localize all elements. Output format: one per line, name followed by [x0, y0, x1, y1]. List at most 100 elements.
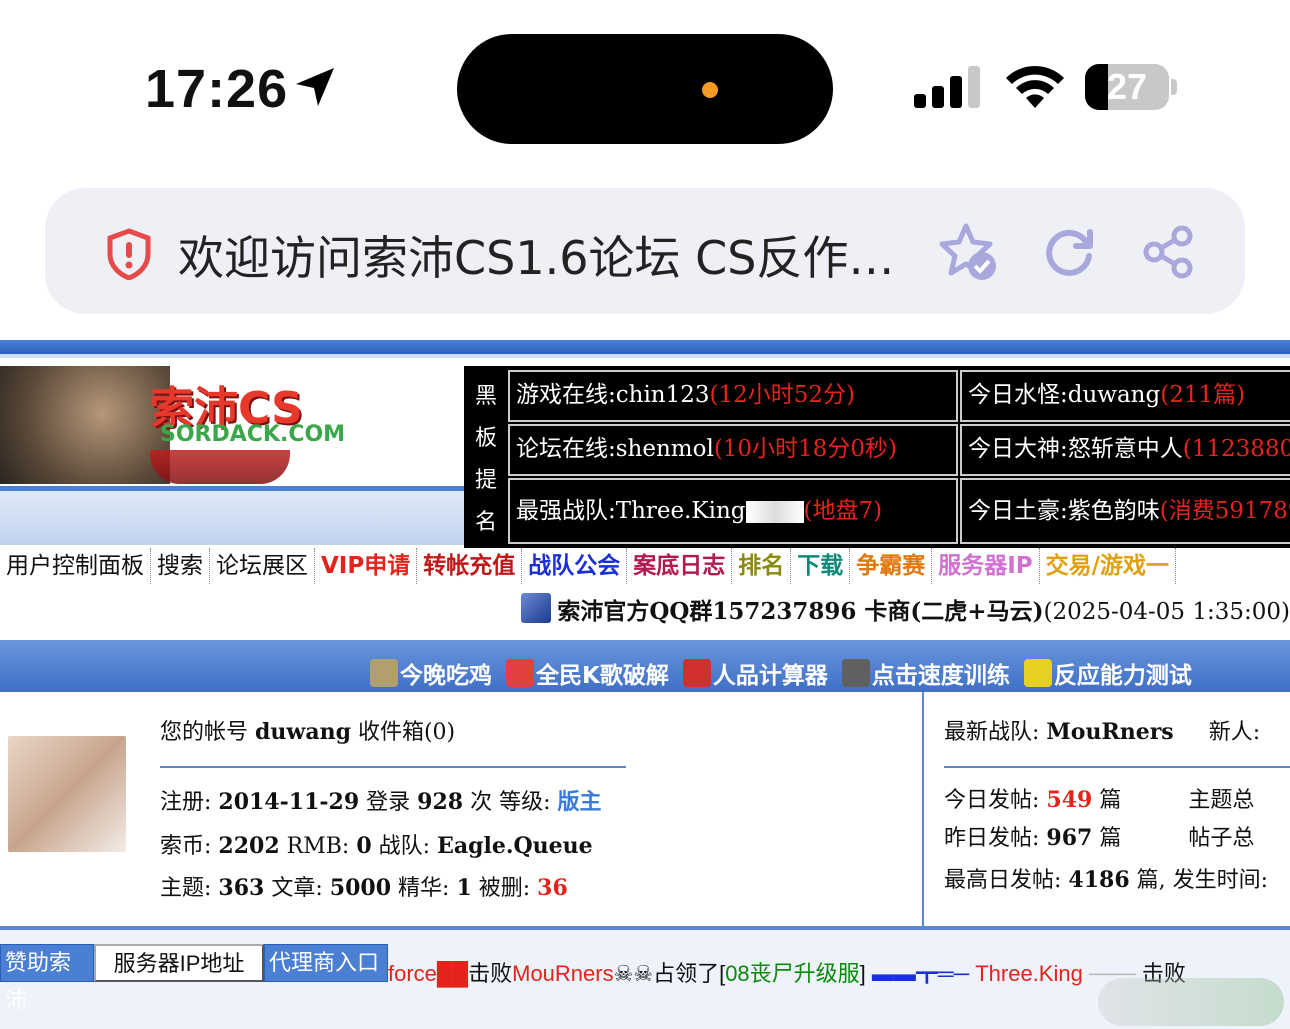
yesterday-posts-value: 967: [1046, 825, 1093, 851]
bb-cell-value: (211篇): [1160, 382, 1246, 408]
sponsor-button[interactable]: 赞助索沛: [0, 944, 94, 1014]
logo-shade-band: [0, 491, 464, 545]
fun-link-label: 人品计算器: [712, 663, 828, 689]
ticker-segment[interactable]: 08丧尸升级服: [725, 961, 859, 986]
bb-cell-label: 今日水怪:duwang: [968, 382, 1161, 408]
inbox-link[interactable]: 收件箱(0): [358, 720, 455, 745]
nav-item[interactable]: VIP申请: [315, 548, 418, 584]
team-banner-image: [745, 501, 804, 523]
online-game-cell[interactable]: 游戏在线:chin123(12小时52分): [508, 370, 958, 422]
forum-nav-bar: 用户控制面板 搜索 论坛展区 VIP申请 转帐充值 战队公会 案底日志 排名 下载 争霸赛 服务器I…: [0, 548, 1290, 588]
strongest-team-cell[interactable]: 最强战队:Three.King (地盘7): [508, 478, 958, 544]
account-name[interactable]: duwang: [255, 719, 351, 745]
elite-value: 1: [456, 875, 472, 901]
nav-item[interactable]: 搜索: [151, 548, 210, 584]
nav-item[interactable]: 争霸赛: [850, 548, 933, 584]
shield-alert-icon[interactable]: [106, 228, 152, 280]
account-line: 您的帐号 duwang 收件箱(0): [160, 714, 455, 746]
banana-icon: [1023, 659, 1052, 687]
page-title[interactable]: 欢迎访问索沛CS1.6论坛 CS反作…: [178, 222, 894, 288]
qq-group-text[interactable]: 索沛官方QQ群157237896 卡商(二虎+马云): [557, 598, 1043, 625]
yesterday-posts-unit: 篇: [1099, 826, 1122, 851]
topics-label: 主题:: [160, 876, 212, 901]
team-name[interactable]: Eagle.Queue: [437, 833, 593, 859]
login-label: 登录: [366, 790, 411, 815]
bb-cell-value: (1123880索: [1182, 436, 1290, 462]
bb-cell-value: (10小时18分0秒): [713, 436, 897, 462]
fun-link[interactable]: 全民K歌破解: [506, 656, 669, 690]
cellular-signal-icon: [914, 66, 980, 108]
favorite-star-icon[interactable]: [938, 222, 1000, 284]
bb-cell-value: (12小时52分): [709, 382, 855, 408]
blackboard-panel: 黑 板 提 名 游戏在线:chin123(12小时52分) 今日水怪:duwan…: [464, 366, 1290, 548]
team-label: 战队:: [378, 834, 431, 859]
articles-value: 5000: [329, 875, 392, 901]
nav-item[interactable]: 用户控制面板: [0, 548, 151, 584]
newest-team-line: 最新战队: MouRners 新人:: [944, 714, 1260, 746]
fun-link-label: 今晚吃鸡: [400, 663, 492, 689]
yesterday-posts-label: 昨日发帖:: [944, 826, 1040, 851]
fun-link-label: 反应能力测试: [1053, 663, 1192, 689]
fun-links: 今晚吃鸡 全民K歌破解 人品计算器 点击速度训练 反应能力测试: [370, 656, 1290, 696]
fun-link[interactable]: 人品计算器: [682, 656, 828, 690]
battery-level: 27: [1106, 66, 1148, 107]
calculator-icon: [682, 659, 711, 687]
reg-date: 2014-11-29: [218, 789, 360, 815]
server-ip-button[interactable]: 服务器IP地址: [94, 944, 264, 982]
top-spender-cell[interactable]: 今日土豪:紫色韵味(消费591789): [960, 478, 1290, 544]
fun-link[interactable]: 今晚吃鸡: [370, 656, 492, 690]
share-icon[interactable]: [1142, 224, 1196, 280]
deleted-value: 36: [537, 875, 568, 901]
level-label: 等级:: [499, 790, 551, 815]
fun-link[interactable]: 点击速度训练: [841, 656, 1010, 690]
nav-item[interactable]: 战队公会: [522, 548, 628, 584]
top-god-cell[interactable]: 今日大神:怒斩意中人(1123880索: [960, 424, 1290, 476]
reload-icon[interactable]: [1042, 226, 1096, 280]
header-top-band: [0, 340, 1290, 354]
bb-cell-label: 今日土豪:紫色韵味: [968, 498, 1160, 524]
agent-entry-button[interactable]: 代理商入口: [264, 944, 388, 982]
posts-line: 主题: 363 文章: 5000 精华: 1 被删: 36: [160, 870, 568, 902]
logo-subtitle: SORDACK.COM: [160, 422, 346, 447]
deleted-label: 被删:: [478, 876, 531, 901]
nav-item[interactable]: 案底日志: [627, 548, 733, 584]
ticker-segment[interactable]: 击败: [468, 961, 512, 986]
nav-item[interactable]: 下载: [791, 548, 851, 584]
coins-line: 索币: 2202 RMB: 0 战队: Eagle.Queue: [160, 828, 593, 860]
nav-item[interactable]: 排名: [732, 548, 792, 584]
fun-link[interactable]: 反应能力测试: [1023, 656, 1192, 690]
rmb-value: 0: [356, 833, 372, 859]
account-label: 您的帐号: [160, 720, 249, 745]
nav-item[interactable]: 论坛展区: [210, 548, 315, 584]
avatar[interactable]: [8, 736, 126, 852]
coins-label: 索币:: [160, 834, 212, 859]
user-level: 版主: [557, 789, 602, 815]
site-logo[interactable]: 索沛CS SORDACK.COM: [0, 366, 346, 484]
ticker-segment[interactable]: 占领了[: [653, 961, 725, 986]
ticker-segment[interactable]: force: [388, 961, 437, 986]
panel-divider: [922, 692, 924, 928]
stats-separator: [944, 766, 1290, 768]
chicken-icon: [370, 659, 398, 687]
ticker-segment[interactable]: MouRners: [512, 961, 613, 986]
newest-team-name[interactable]: MouRners: [1046, 719, 1173, 745]
today-posts-line: 今日发帖: 549 篇 主题总: [944, 782, 1254, 814]
ticker-segment[interactable]: Three.King: [975, 961, 1083, 986]
water-king-cell[interactable]: 今日水怪:duwang(211篇): [960, 370, 1290, 422]
ticker-segment[interactable]: ▬▬┳═─: [866, 961, 975, 986]
ticker-segment[interactable]: ██: [437, 961, 468, 986]
nav-item[interactable]: 交易/游戏一: [1040, 548, 1177, 584]
topics-value: 363: [218, 875, 265, 901]
nav-item[interactable]: 转帐充值: [417, 548, 523, 584]
fun-link-label: 全民K歌破解: [536, 663, 669, 689]
qq-group-icon: [521, 593, 552, 623]
posts-total-label: 帖子总: [1188, 826, 1255, 851]
nav-item[interactable]: 服务器IP: [932, 548, 1040, 584]
ticker-segment[interactable]: ☠☠: [614, 961, 653, 986]
login-count: 928: [417, 789, 464, 815]
online-forum-cell[interactable]: 论坛在线:shenmol(10小时18分0秒): [508, 424, 958, 476]
battery-tip: [1171, 79, 1177, 95]
dynamic-island: [457, 34, 833, 144]
max-posts-line: 最高日发帖: 4186 篇, 发生时间:: [944, 862, 1268, 894]
cs-icon: [841, 659, 870, 687]
